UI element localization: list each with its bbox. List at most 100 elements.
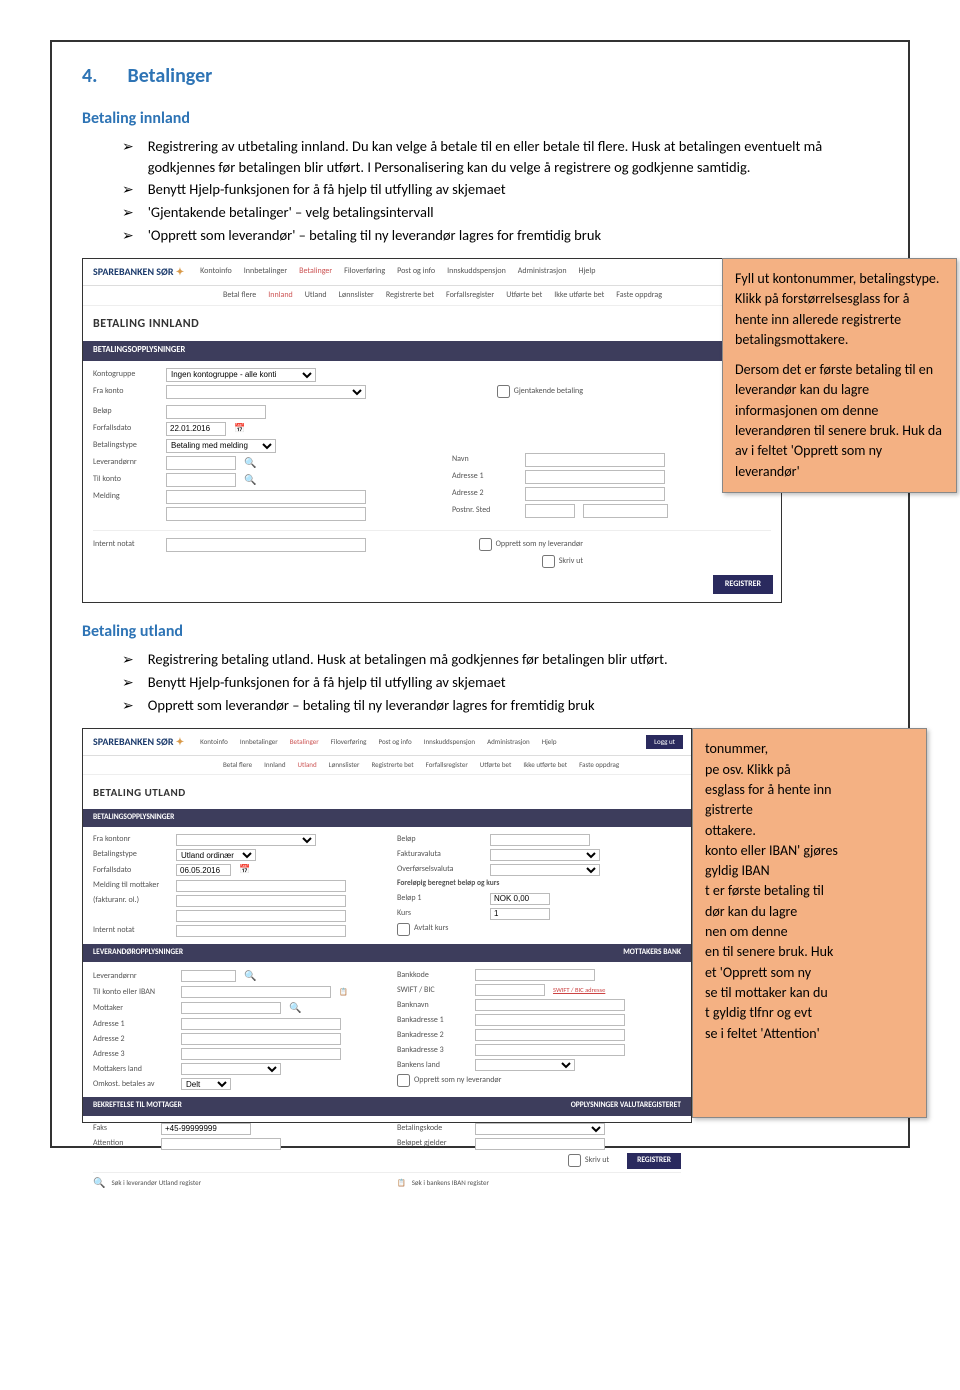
tab[interactable]: Kontoinfo xyxy=(200,266,232,277)
belop1-input[interactable] xyxy=(490,893,550,905)
sted-input[interactable] xyxy=(583,504,668,518)
kurs-input[interactable] xyxy=(490,908,550,920)
navn-input[interactable] xyxy=(525,453,665,467)
tab[interactable]: Innskuddspensjon xyxy=(447,266,506,277)
betalingskode-select[interactable] xyxy=(475,1123,605,1135)
kontogruppe-select[interactable]: Ingen kontogruppe - alle konti xyxy=(166,368,316,382)
bankkode-input[interactable] xyxy=(475,969,595,981)
logout-button[interactable]: Logg ut xyxy=(646,735,683,749)
extra-input[interactable] xyxy=(176,910,346,922)
subtab[interactable]: Lønnslister xyxy=(329,760,360,770)
subtab[interactable]: Registrerte bet xyxy=(386,290,434,301)
bankensland-select[interactable] xyxy=(475,1059,575,1071)
tab[interactable]: Post og info xyxy=(397,266,435,277)
adresse2-input[interactable] xyxy=(181,1033,341,1045)
subtab[interactable]: Registrerte bet xyxy=(371,760,413,770)
banknavn-input[interactable] xyxy=(475,999,625,1011)
search-link[interactable]: Søk i leverandør Utland register xyxy=(111,1178,201,1188)
subtab[interactable]: Utførte bet xyxy=(506,290,542,301)
betalingstype-select[interactable]: Utland ordinær xyxy=(176,849,256,861)
bankadr3-input[interactable] xyxy=(475,1044,625,1056)
internt-input[interactable] xyxy=(176,925,346,937)
adresse1-input[interactable] xyxy=(181,1018,341,1030)
frakonto-select[interactable] xyxy=(166,385,366,399)
forfall-input[interactable] xyxy=(166,422,226,436)
tab-active[interactable]: Betalinger xyxy=(299,266,332,277)
copy-icon[interactable]: 📋 xyxy=(397,1178,406,1188)
internt-input[interactable] xyxy=(166,538,366,552)
belopgjelder-input[interactable] xyxy=(475,1138,605,1150)
postnr-input[interactable] xyxy=(525,504,575,518)
subtab[interactable]: Utland xyxy=(305,290,327,301)
subtab[interactable]: Betal flere xyxy=(223,760,252,770)
tab[interactable]: Filoverføring xyxy=(344,266,385,277)
calendar-icon[interactable]: 📅 xyxy=(239,864,250,877)
subtab[interactable]: Faste oppdrag xyxy=(616,290,662,301)
tab[interactable]: Innskuddspensjon xyxy=(424,737,475,747)
register-button[interactable]: REGISTRER xyxy=(713,575,773,594)
swift-link[interactable]: SWIFT / BIC adresse xyxy=(553,986,605,995)
melding-input-2[interactable] xyxy=(166,507,366,521)
avtalt-checkbox[interactable]: Avtalt kurs xyxy=(397,923,448,936)
tab[interactable]: Hjelp xyxy=(542,737,557,747)
subtab[interactable]: Lønnslister xyxy=(339,290,374,301)
mottakersland-select[interactable] xyxy=(181,1063,281,1075)
tab[interactable]: Hjelp xyxy=(579,266,596,277)
tab[interactable]: Post og info xyxy=(378,737,411,747)
search-icon[interactable]: 🔍 xyxy=(289,1001,301,1015)
search-link[interactable]: Søk i bankens IBAN register xyxy=(412,1178,489,1188)
melding-input[interactable] xyxy=(166,490,366,504)
tab[interactable]: Administrasjon xyxy=(487,737,530,747)
adresse3-input[interactable] xyxy=(181,1048,341,1060)
copy-icon[interactable]: 📋 xyxy=(339,987,348,997)
subtab[interactable]: Forfallsregister xyxy=(446,290,494,301)
swift-input[interactable] xyxy=(475,984,545,996)
omkost-select[interactable]: Delt xyxy=(181,1078,231,1090)
leverandornr-input[interactable] xyxy=(181,970,236,982)
tab[interactable]: Kontoinfo xyxy=(200,737,228,747)
register-button[interactable]: REGISTRER xyxy=(627,1153,681,1170)
subtab[interactable]: Betal flere xyxy=(223,290,256,301)
subtab[interactable]: Ikke utførte bet xyxy=(523,760,567,770)
gjentakende-checkbox[interactable]: Gjentakende betaling xyxy=(497,385,583,398)
tab[interactable]: Innbetalinger xyxy=(244,266,287,277)
subtab[interactable]: Ikke utførte bet xyxy=(554,290,604,301)
overforselsvaluta-select[interactable] xyxy=(490,864,600,876)
skrivut-checkbox[interactable]: Skriv ut xyxy=(568,1154,609,1167)
melding-input[interactable] xyxy=(176,880,346,892)
bankadr2-input[interactable] xyxy=(475,1029,625,1041)
tab[interactable]: Filoverføring xyxy=(331,737,367,747)
belop-input[interactable] xyxy=(490,834,590,846)
tilkonto-input[interactable] xyxy=(166,473,236,487)
fakturanr-input[interactable] xyxy=(176,895,346,907)
faks-input[interactable] xyxy=(161,1123,251,1135)
attention-input[interactable] xyxy=(161,1138,281,1150)
search-icon[interactable]: 🔍 xyxy=(244,969,256,983)
search-icon[interactable]: 🔍 xyxy=(244,473,256,487)
subtab[interactable]: Faste oppdrag xyxy=(579,760,619,770)
belop-input[interactable] xyxy=(166,405,266,419)
tab[interactable]: Administrasjon xyxy=(518,266,567,277)
adresse1-input[interactable] xyxy=(525,470,665,484)
subtab[interactable]: Utførte bet xyxy=(480,760,512,770)
bankadr1-input[interactable] xyxy=(475,1014,625,1026)
search-icon[interactable]: 🔍 xyxy=(93,1176,105,1190)
opprett-checkbox[interactable]: Opprett som ny leverandør xyxy=(479,538,583,551)
skrivut-checkbox[interactable]: Skriv ut xyxy=(542,555,583,568)
tilkonto-input[interactable] xyxy=(181,986,331,998)
opprett-checkbox[interactable]: Opprett som ny leverandør xyxy=(397,1074,501,1087)
subtab[interactable]: Forfallsregister xyxy=(426,760,468,770)
tab-active[interactable]: Betalinger xyxy=(290,737,319,747)
mottaker-input[interactable] xyxy=(181,1002,281,1014)
leverandornr-input[interactable] xyxy=(166,456,236,470)
subtab[interactable]: Innland xyxy=(264,760,285,770)
tab[interactable]: Innbetalinger xyxy=(240,737,278,747)
search-icon[interactable]: 🔍 xyxy=(244,456,256,470)
calendar-icon[interactable]: 📅 xyxy=(234,423,245,436)
forfall-input[interactable] xyxy=(176,864,231,876)
subtab-active[interactable]: Innland xyxy=(268,290,293,301)
fakturavaluta-select[interactable] xyxy=(490,849,600,861)
frakontonr-select[interactable] xyxy=(176,834,316,846)
adresse2-input[interactable] xyxy=(525,487,665,501)
betalingstype-select[interactable]: Betaling med melding xyxy=(166,439,276,453)
